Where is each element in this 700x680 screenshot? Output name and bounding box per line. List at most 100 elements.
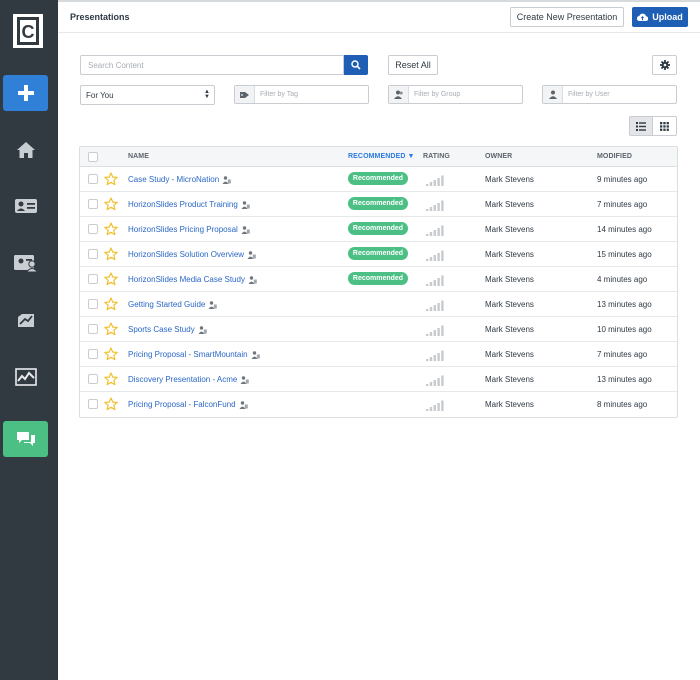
column-header-recommended-label: RECOMMENDED	[348, 153, 406, 160]
star-icon[interactable]	[104, 222, 118, 236]
filter-by-group-input[interactable]: Filter by Group	[388, 85, 523, 104]
reset-all-button[interactable]: Reset All	[388, 55, 438, 75]
owner-name: Mark Stevens	[485, 200, 534, 209]
presentation-name-link[interactable]: Case Study - MicroNation	[128, 175, 231, 184]
list-view-button[interactable]	[629, 116, 653, 136]
select-all-checkbox[interactable]	[88, 152, 98, 162]
owner-person-icon	[248, 275, 257, 284]
table-row[interactable]: Getting Started Guide Mark Stevens 13 mi…	[80, 292, 677, 317]
modified-time: 4 minutes ago	[597, 275, 648, 284]
star-icon[interactable]	[104, 347, 118, 361]
app-logo[interactable]: C	[13, 14, 43, 48]
view-toggle	[629, 116, 677, 136]
row-checkbox[interactable]	[88, 399, 98, 409]
header: Presentations Create New Presentation Up…	[58, 0, 700, 33]
star-icon[interactable]	[104, 372, 118, 386]
presentation-name-link[interactable]: Pricing Proposal - FalconFund	[128, 400, 248, 409]
upload-button-label: Upload	[652, 12, 683, 22]
table-row[interactable]: Discovery Presentation - Acme Mark Steve…	[80, 367, 677, 392]
sidebar-item-profiles[interactable]	[3, 245, 48, 281]
star-icon[interactable]	[104, 397, 118, 411]
row-checkbox[interactable]	[88, 199, 98, 209]
sidebar-item-add[interactable]	[3, 75, 48, 111]
presentation-name: HorizonSlides Solution Overview	[128, 250, 245, 259]
upload-button[interactable]: Upload	[632, 7, 688, 27]
row-checkbox[interactable]	[88, 349, 98, 359]
table-row[interactable]: HorizonSlides Product Training Recommend…	[80, 192, 677, 217]
table-row[interactable]: HorizonSlides Solution Overview Recommen…	[80, 242, 677, 267]
svg-text:C: C	[22, 22, 35, 42]
presentation-name-link[interactable]: HorizonSlides Media Case Study	[128, 275, 257, 284]
star-icon[interactable]	[104, 272, 118, 286]
recommended-badge: Recommended	[348, 172, 408, 185]
sidebar-item-reports[interactable]	[3, 302, 48, 338]
sidebar-item-home[interactable]	[3, 132, 48, 168]
row-checkbox[interactable]	[88, 274, 98, 284]
table-row[interactable]: Pricing Proposal - SmartMountain Mark St…	[80, 342, 677, 367]
table-row[interactable]: Sports Case Study Mark Stevens 10 minute…	[80, 317, 677, 342]
search-input[interactable]: Search Content	[80, 55, 344, 75]
create-new-presentation-button[interactable]: Create New Presentation	[510, 7, 624, 27]
rating-bars-icon	[426, 400, 444, 411]
column-header-name[interactable]: NAME	[128, 153, 149, 160]
row-checkbox[interactable]	[88, 374, 98, 384]
presentation-name-link[interactable]: HorizonSlides Solution Overview	[128, 250, 256, 259]
filter-by-tag-placeholder: Filter by Tag	[260, 91, 298, 98]
search-button[interactable]	[344, 55, 368, 75]
presentation-name-link[interactable]: Sports Case Study	[128, 325, 207, 334]
rating-bars-icon	[426, 375, 444, 386]
filter-by-user-input[interactable]: Filter by User	[542, 85, 677, 104]
row-checkbox[interactable]	[88, 224, 98, 234]
modified-time: 13 minutes ago	[597, 375, 652, 384]
rating-bars-icon	[426, 175, 444, 186]
column-header-modified[interactable]: MODIFIED	[597, 153, 632, 160]
filter-by-tag-input[interactable]: Filter by Tag	[234, 85, 369, 104]
owner-name: Mark Stevens	[485, 375, 534, 384]
presentation-name-link[interactable]: Discovery Presentation - Acme	[128, 375, 250, 384]
star-icon[interactable]	[104, 172, 118, 186]
sidebar: C	[0, 0, 58, 680]
row-checkbox[interactable]	[88, 324, 98, 334]
sidebar-item-presentations[interactable]	[3, 421, 48, 457]
star-icon[interactable]	[104, 297, 118, 311]
grid-view-button[interactable]	[653, 116, 677, 136]
view-select-value: For You	[86, 90, 114, 100]
owner-person-icon	[198, 325, 207, 334]
column-header-owner[interactable]: OWNER	[485, 153, 512, 160]
presentation-name-link[interactable]: Pricing Proposal - SmartMountain	[128, 350, 260, 359]
view-select[interactable]: For You ▲ ▼	[80, 85, 215, 105]
presentation-name-link[interactable]: Getting Started Guide	[128, 300, 218, 309]
table-row[interactable]: HorizonSlides Media Case Study Recommend…	[80, 267, 677, 292]
settings-button[interactable]	[652, 55, 677, 75]
rating-bars-icon	[426, 200, 444, 211]
presentation-name-link[interactable]: HorizonSlides Product Training	[128, 200, 250, 209]
owner-person-icon	[247, 250, 256, 259]
presentation-name: HorizonSlides Pricing Proposal	[128, 225, 238, 234]
owner-name: Mark Stevens	[485, 350, 534, 359]
presentation-name-link[interactable]: HorizonSlides Pricing Proposal	[128, 225, 250, 234]
row-checkbox[interactable]	[88, 249, 98, 259]
column-header-rating[interactable]: RATING	[423, 153, 450, 160]
presentation-name: Case Study - MicroNation	[128, 175, 220, 184]
line-chart-icon	[14, 368, 37, 386]
page-title: Presentations	[70, 12, 130, 22]
table-row[interactable]: Case Study - MicroNation Recommended Mar…	[80, 167, 677, 192]
group-icon	[389, 86, 409, 103]
cloud-upload-icon	[637, 13, 649, 21]
owner-person-icon	[241, 225, 250, 234]
owner-name: Mark Stevens	[485, 225, 534, 234]
row-checkbox[interactable]	[88, 299, 98, 309]
table-row[interactable]: HorizonSlides Pricing Proposal Recommend…	[80, 217, 677, 242]
star-icon[interactable]	[104, 247, 118, 261]
sort-desc-icon: ▼	[407, 153, 415, 160]
star-icon[interactable]	[104, 197, 118, 211]
chat-bubbles-icon	[16, 432, 35, 446]
column-header-recommended[interactable]: RECOMMENDED ▼	[348, 153, 415, 160]
table-row[interactable]: Pricing Proposal - FalconFund Mark Steve…	[80, 392, 677, 417]
row-checkbox[interactable]	[88, 174, 98, 184]
star-icon[interactable]	[104, 322, 118, 336]
sidebar-item-analytics[interactable]	[3, 359, 48, 395]
sidebar-item-contacts[interactable]	[3, 188, 48, 224]
list-view-icon	[636, 121, 646, 131]
rating-bars-icon	[426, 325, 444, 336]
